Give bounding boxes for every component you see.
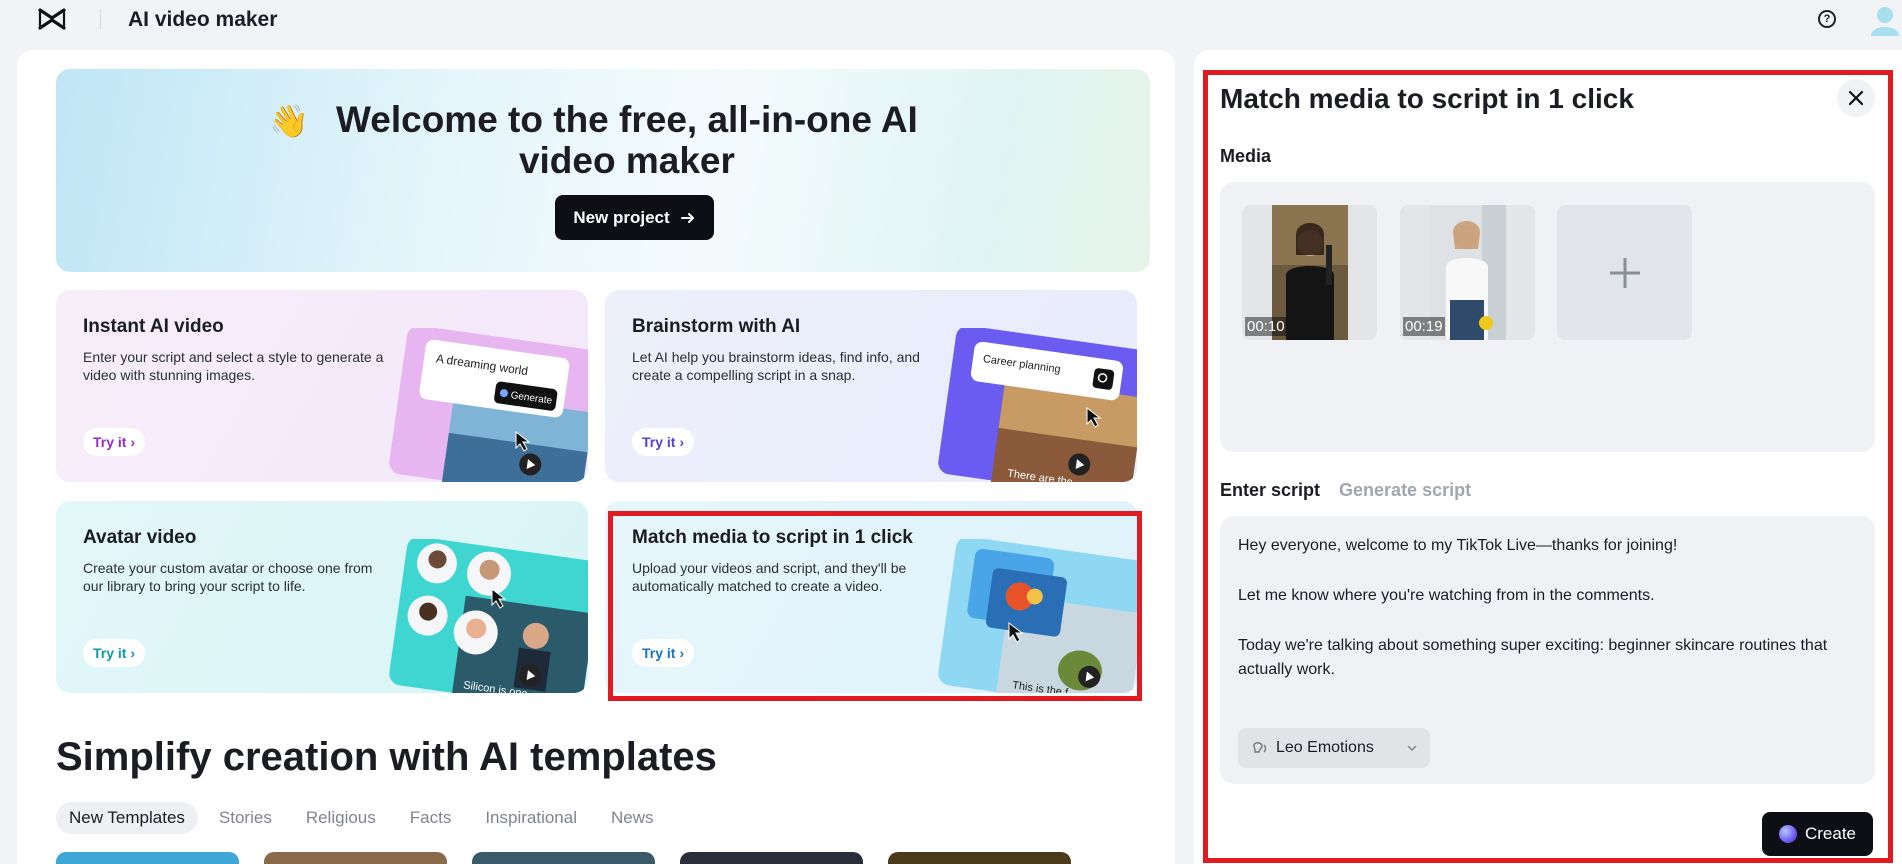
card-title: Avatar video <box>83 527 197 548</box>
chevron-right-icon: › <box>130 645 136 661</box>
tab-new-templates[interactable]: New Templates <box>56 802 198 834</box>
header-divider <box>100 9 101 29</box>
welcome-title-text: Welcome to the free, all-in-one AI video… <box>336 99 918 181</box>
avatar-illustration: Silicon is one <box>389 539 588 693</box>
new-project-label: New project <box>573 207 670 227</box>
arrow-right-icon <box>680 212 694 223</box>
template-thumbnail[interactable] <box>888 852 1071 864</box>
try-it-button[interactable]: Try it › <box>632 428 695 456</box>
app-title: AI video maker <box>128 8 278 31</box>
card-description: Let AI help you brainstorm ideas, find i… <box>632 349 920 383</box>
card-title: Instant AI video <box>83 316 224 337</box>
top-bar: AI video maker ? <box>0 0 1902 40</box>
try-it-button[interactable]: Try it › <box>83 428 146 456</box>
welcome-banner: 👋 Welcome to the free, all-in-one AI vide… <box>56 69 1150 272</box>
chevron-right-icon: › <box>679 434 685 450</box>
chevron-right-icon: › <box>130 434 136 450</box>
tab-religious[interactable]: Religious <box>293 802 389 834</box>
try-it-button[interactable]: Try it › <box>83 639 146 667</box>
instant-video-illustration: A dreaming world Generate <box>389 328 588 482</box>
tab-news[interactable]: News <box>598 802 667 834</box>
match-media-card-highlight <box>608 511 1142 701</box>
welcome-title: 👋 Welcome to the free, all-in-one AI vide… <box>56 99 1150 181</box>
card-title: Brainstorm with AI <box>632 316 801 337</box>
home-panel: 👋 Welcome to the free, all-in-one AI vide… <box>17 50 1175 864</box>
template-thumbnail[interactable] <box>472 852 655 864</box>
brainstorm-illustration: Career planning There are the <box>938 328 1137 482</box>
panel-highlight <box>1203 70 1893 863</box>
try-it-label: Try it <box>93 434 127 450</box>
capcut-logo-icon[interactable] <box>38 7 66 31</box>
template-thumbnail[interactable] <box>680 852 863 864</box>
try-it-label: Try it <box>93 645 127 661</box>
waving-hand-icon: 👋 <box>269 103 309 139</box>
template-category-tabs: New Templates Stories Religious Facts In… <box>56 802 667 834</box>
template-thumbnails <box>56 852 1071 864</box>
template-thumbnail[interactable] <box>56 852 239 864</box>
tab-inspirational[interactable]: Inspirational <box>472 802 590 834</box>
avatar-video-card[interactable]: Avatar video Create your custom avatar o… <box>56 501 588 693</box>
brainstorm-ai-card[interactable]: Brainstorm with AI Let AI help you brain… <box>605 290 1137 482</box>
instant-ai-video-card[interactable]: Instant AI video Enter your script and s… <box>56 290 588 482</box>
tab-facts[interactable]: Facts <box>397 802 465 834</box>
try-it-label: Try it <box>642 434 676 450</box>
card-description: Enter your script and select a style to … <box>83 349 384 383</box>
template-thumbnail[interactable] <box>264 852 447 864</box>
tab-stories[interactable]: Stories <box>206 802 285 834</box>
card-description: Create your custom avatar or choose one … <box>83 560 373 594</box>
help-icon[interactable]: ? <box>1818 10 1836 28</box>
new-project-button[interactable]: New project <box>555 195 714 240</box>
user-avatar-icon[interactable] <box>1868 4 1902 36</box>
templates-section-title: Simplify creation with AI templates <box>56 735 717 779</box>
